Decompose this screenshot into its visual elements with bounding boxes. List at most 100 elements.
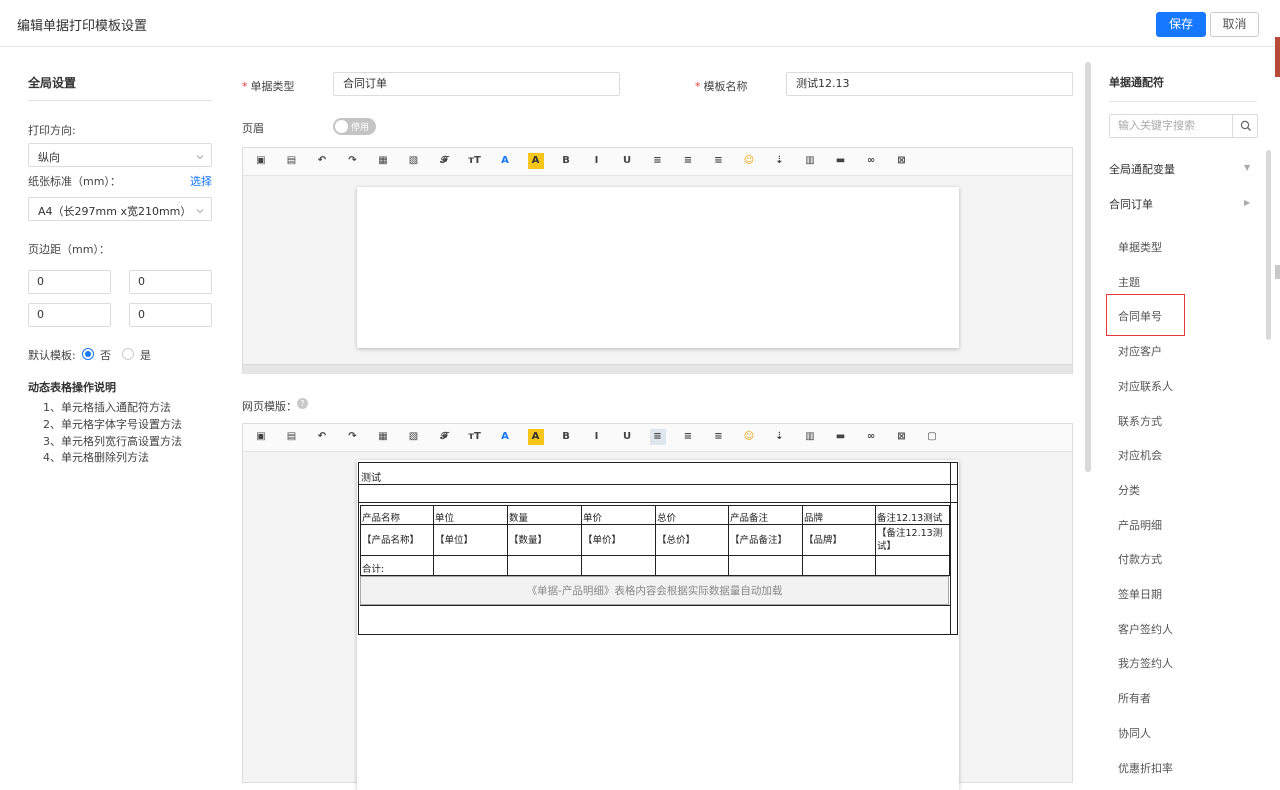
bold-icon[interactable]: B bbox=[558, 153, 574, 169]
paste-word-icon[interactable]: ▧ bbox=[406, 153, 422, 169]
wildcard-item[interactable]: 签单日期 bbox=[1118, 586, 1162, 602]
paste-icon[interactable]: ▤ bbox=[284, 153, 300, 169]
align-center-icon[interactable]: ≡ bbox=[680, 153, 696, 169]
header-editor-statusbar bbox=[243, 364, 1072, 374]
link-icon[interactable]: ∞ bbox=[863, 429, 879, 445]
insert-icon[interactable]: ⇣ bbox=[772, 429, 788, 445]
wildcard-group-contract[interactable]: 合同订单 bbox=[1109, 196, 1153, 212]
align-right-icon[interactable]: ≡ bbox=[711, 153, 727, 169]
source-icon[interactable]: ▣ bbox=[253, 153, 269, 169]
wildcard-group-global[interactable]: 全局通配变量 bbox=[1109, 161, 1175, 177]
cancel-button[interactable]: 取消 bbox=[1210, 12, 1259, 37]
wildcard-search-input[interactable]: 输入关键字搜索 bbox=[1109, 114, 1233, 138]
emoji-icon[interactable]: ☺ bbox=[741, 153, 757, 169]
margin-label: 页边距（mm）： bbox=[28, 243, 110, 256]
redo-icon[interactable]: ↷ bbox=[345, 153, 361, 169]
wildcard-item[interactable]: 所有者 bbox=[1118, 690, 1151, 706]
margin-bottom-input[interactable]: 0 bbox=[129, 270, 212, 294]
bg-color-icon[interactable]: A bbox=[527, 153, 544, 169]
wildcard-item[interactable]: 产品明细 bbox=[1118, 517, 1162, 533]
margin-left-input[interactable]: 0 bbox=[28, 303, 111, 327]
page-title: 编辑单据打印模板设置 bbox=[17, 19, 148, 34]
paste-icon[interactable]: ▤ bbox=[284, 429, 300, 445]
table-body-cell: 【备注12.13测试】 bbox=[877, 528, 943, 552]
margin-top-input[interactable]: 0 bbox=[28, 270, 111, 294]
paste-text-icon[interactable]: ▦ bbox=[375, 429, 391, 445]
caret-down-icon: ▼ bbox=[1244, 163, 1251, 172]
align-right-icon[interactable]: ≡ bbox=[711, 429, 727, 445]
font-size-icon[interactable]: ᴛT bbox=[467, 429, 483, 445]
wildcard-item[interactable]: 联系方式 bbox=[1118, 413, 1162, 429]
preview-icon[interactable]: ▢ bbox=[924, 429, 940, 445]
search-button[interactable] bbox=[1232, 114, 1258, 138]
source-icon[interactable]: ▣ bbox=[253, 429, 269, 445]
undo-icon[interactable]: ↶ bbox=[314, 429, 330, 445]
doc-type-input[interactable]: 合同订单 bbox=[333, 72, 620, 96]
scrollbar[interactable] bbox=[1085, 62, 1091, 472]
font-color-icon[interactable]: A bbox=[497, 429, 513, 445]
table-icon[interactable]: ▥ bbox=[802, 153, 818, 169]
fullscreen-icon[interactable]: ⊠ bbox=[894, 153, 910, 169]
default-yes-radio[interactable] bbox=[122, 348, 134, 360]
help-icon[interactable]: ? bbox=[297, 398, 308, 409]
scrollbar[interactable] bbox=[1266, 150, 1271, 340]
wildcard-item[interactable]: 主题 bbox=[1118, 274, 1140, 290]
wildcard-item[interactable]: 协同人 bbox=[1118, 725, 1151, 741]
image-icon[interactable]: ▬ bbox=[833, 153, 849, 169]
paper-choose-link[interactable]: 选择 bbox=[190, 173, 212, 189]
wildcard-item[interactable]: 付款方式 bbox=[1118, 551, 1162, 567]
bg-color-icon[interactable]: A bbox=[527, 429, 544, 445]
default-no-radio[interactable] bbox=[82, 348, 94, 360]
align-left-icon[interactable]: ≡ bbox=[649, 429, 666, 445]
margin-right-input[interactable]: 0 bbox=[129, 303, 212, 327]
italic-icon[interactable]: I bbox=[589, 429, 605, 445]
wildcard-item[interactable]: 客户签约人 bbox=[1118, 621, 1173, 637]
template-table[interactable]: 测试 bbox=[358, 462, 958, 635]
instruction-item[interactable]: 1、单元格插入通配符方法 bbox=[43, 399, 171, 415]
wildcard-item[interactable]: 对应客户 bbox=[1118, 343, 1162, 359]
save-button[interactable]: 保存 bbox=[1156, 12, 1206, 37]
template-name-label: * 模板名称 bbox=[695, 80, 748, 93]
instruction-item[interactable]: 3、单元格列宽行高设置方法 bbox=[43, 433, 182, 449]
table-icon[interactable]: ▥ bbox=[802, 429, 818, 445]
link-icon[interactable]: ∞ bbox=[863, 153, 879, 169]
underline-icon[interactable]: U bbox=[619, 153, 635, 169]
divider bbox=[1109, 101, 1257, 102]
undo-icon[interactable]: ↶ bbox=[314, 153, 330, 169]
header-toggle[interactable]: 停用 bbox=[333, 118, 376, 135]
emoji-icon[interactable]: ☺ bbox=[741, 429, 757, 445]
header-paper[interactable] bbox=[357, 187, 959, 348]
instruction-item[interactable]: 4、单元格删除列方法 bbox=[43, 449, 149, 465]
fullscreen-icon[interactable]: ⊠ bbox=[894, 429, 910, 445]
web-template-label: 网页模版： bbox=[242, 400, 297, 413]
print-direction-select[interactable]: 纵向 bbox=[28, 143, 212, 167]
body-editor-toolbar: ▣ ▤ ↶ ↷ ▦ ▧ 𝓕ᴛT A A B I U ≡ ≡ ≡ ☺ ⇣ ▥ ▬ ∞ ⊠ ▢ bbox=[243, 424, 1072, 452]
wildcard-item[interactable]: 对应机会 bbox=[1118, 447, 1162, 463]
underline-icon[interactable]: U bbox=[619, 429, 635, 445]
align-left-icon[interactable]: ≡ bbox=[650, 153, 666, 169]
paste-text-icon[interactable]: ▦ bbox=[375, 153, 391, 169]
font-size-icon[interactable]: ᴛT bbox=[467, 153, 483, 169]
template-name-input[interactable]: 测试12.13 bbox=[786, 72, 1073, 96]
instruction-item[interactable]: 2、单元格字体字号设置方法 bbox=[43, 416, 182, 432]
font-family-icon[interactable]: 𝓕 bbox=[436, 153, 452, 169]
table-body-cell: 【数量】 bbox=[509, 535, 548, 546]
wildcard-item[interactable]: 分类 bbox=[1118, 482, 1140, 498]
font-color-icon[interactable]: A bbox=[497, 153, 513, 169]
font-family-icon[interactable]: 𝓕 bbox=[436, 429, 452, 445]
wildcard-item[interactable]: 优惠折扣率 bbox=[1118, 760, 1173, 776]
table-line bbox=[949, 505, 950, 575]
wildcard-item[interactable]: 单据类型 bbox=[1118, 239, 1162, 255]
redo-icon[interactable]: ↷ bbox=[345, 429, 361, 445]
wildcard-item[interactable]: 我方签约人 bbox=[1118, 655, 1173, 671]
image-icon[interactable]: ▬ bbox=[833, 429, 849, 445]
paper-size-select[interactable]: A4（长297mm x宽210mm） bbox=[28, 197, 212, 221]
header-editor[interactable]: ▣ ▤ ↶ ↷ ▦ ▧ 𝓕ᴛT A A B I U ≡ ≡ ≡ ☺ ⇣ ▥ ▬ ∞ ⊠ bbox=[242, 147, 1073, 374]
paste-word-icon[interactable]: ▧ bbox=[406, 429, 422, 445]
table-line bbox=[875, 505, 876, 575]
italic-icon[interactable]: I bbox=[589, 153, 605, 169]
align-center-icon[interactable]: ≡ bbox=[680, 429, 696, 445]
wildcard-item[interactable]: 对应联系人 bbox=[1118, 378, 1173, 394]
bold-icon[interactable]: B bbox=[558, 429, 574, 445]
insert-icon[interactable]: ⇣ bbox=[772, 153, 788, 169]
